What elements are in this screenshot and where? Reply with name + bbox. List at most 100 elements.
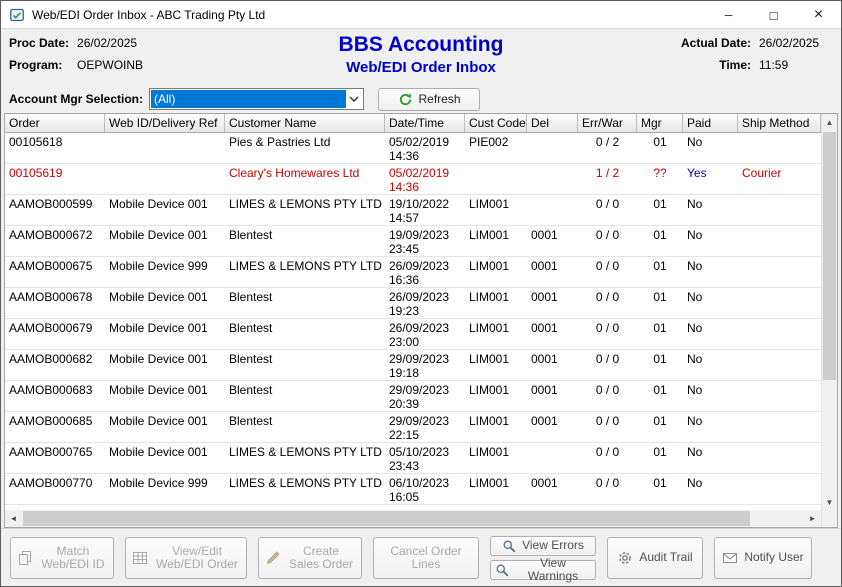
page-header: Proc Date: 26/02/2025 Program: OEPWOINB … (1, 29, 841, 85)
match-webedi-id-button[interactable]: Match Web/EDI ID (10, 537, 114, 579)
button-label: View Errors (522, 539, 584, 552)
table-row[interactable]: 00105619 Cleary's Homewares Ltd 05/02/20… (5, 164, 821, 195)
cell-cust-code: LIM001 (465, 474, 527, 504)
notify-user-button[interactable]: Notify User (714, 537, 812, 579)
view-errors-button[interactable]: View Errors (490, 536, 596, 556)
close-icon (814, 6, 823, 24)
horizontal-scroll-track[interactable] (22, 510, 804, 527)
account-mgr-label: Account Mgr Selection: (9, 92, 143, 106)
close-button[interactable] (796, 1, 841, 29)
vertical-scrollbar[interactable] (822, 114, 837, 510)
column-header-err-war[interactable]: Err/War (578, 114, 637, 132)
table-row[interactable]: AAMOB000678 Mobile Device 001 Blentest 2… (5, 288, 821, 319)
cell-err-war: 0 / 0 (578, 226, 637, 256)
column-header-mgr[interactable]: Mgr (637, 114, 683, 132)
cell-paid: No (683, 133, 738, 163)
view-warnings-button[interactable]: View Warnings (490, 560, 596, 580)
column-header-customer-name[interactable]: Customer Name (225, 114, 385, 132)
cell-del (527, 164, 578, 194)
column-header-ship-method[interactable]: Ship Method (738, 114, 821, 132)
table-row[interactable]: AAMOB000765 Mobile Device 001 LIMES & LE… (5, 443, 821, 474)
table-row[interactable]: AAMOB000679 Mobile Device 001 Blentest 2… (5, 319, 821, 350)
orders-table: Order Web ID/Delivery Ref Customer Name … (4, 113, 838, 528)
cell-order: AAMOB000765 (5, 443, 105, 473)
cell-date-time: 29/09/202320:39 (385, 381, 465, 411)
horizontal-scrollbar[interactable] (5, 510, 821, 527)
combo-selected-value: (All) (151, 90, 346, 108)
window-controls (706, 1, 841, 29)
cell-order: AAMOB000678 (5, 288, 105, 318)
account-mgr-select[interactable]: (All) (149, 88, 364, 110)
cell-cust-code: LIM001 (465, 319, 527, 349)
cancel-order-lines-button[interactable]: Cancel Order Lines (373, 537, 479, 579)
cell-paid: No (683, 381, 738, 411)
magnifier-icon (495, 563, 509, 577)
cell-del: 0001 (527, 350, 578, 380)
cell-date-time: 19/10/202214:57 (385, 195, 465, 225)
column-header-del[interactable]: Del (527, 114, 578, 132)
table-row[interactable]: 00105618 Pies & Pastries Ltd 05/02/20191… (5, 133, 821, 164)
pencil-icon (265, 550, 281, 566)
button-label: Audit Trail (639, 551, 692, 564)
cell-order: AAMOB000770 (5, 474, 105, 504)
cell-web-id: Mobile Device 001 (105, 195, 225, 225)
minimize-icon (725, 8, 733, 22)
cell-paid: No (683, 443, 738, 473)
scrollbar-corner (822, 510, 837, 527)
cell-order: AAMOB000683 (5, 381, 105, 411)
table-row[interactable]: AAMOB000675 Mobile Device 999 LIMES & LE… (5, 257, 821, 288)
cell-web-id: Mobile Device 001 (105, 443, 225, 473)
cell-cust-code: LIM001 (465, 350, 527, 380)
scroll-right-button[interactable] (804, 510, 821, 527)
cell-err-war: 0 / 2 (578, 133, 637, 163)
cell-date-time: 19/09/202323:45 (385, 226, 465, 256)
table-row[interactable]: AAMOB000599 Mobile Device 001 LIMES & LE… (5, 195, 821, 226)
table-row[interactable]: AAMOB000683 Mobile Device 001 Blentest 2… (5, 381, 821, 412)
horizontal-scrollbar-thumb[interactable] (23, 511, 750, 526)
cell-ship-method (738, 474, 821, 504)
cell-cust-code: LIM001 (465, 443, 527, 473)
chevron-down-icon[interactable] (346, 90, 362, 108)
titlebar: Web/EDI Order Inbox - ABC Trading Pty Lt… (1, 1, 841, 29)
cell-order: 00105619 (5, 164, 105, 194)
vertical-scrollbar-thumb[interactable] (823, 132, 836, 380)
app-window: Web/EDI Order Inbox - ABC Trading Pty Lt… (0, 0, 842, 587)
scroll-down-button[interactable] (822, 494, 837, 510)
cell-date-time: 26/09/202319:23 (385, 288, 465, 318)
table-row[interactable]: AAMOB000770 Mobile Device 999 LIMES & LE… (5, 474, 821, 505)
time-value: 11:59 (759, 58, 831, 72)
minimize-button[interactable] (706, 1, 751, 29)
cell-date-time: 29/09/202319:18 (385, 350, 465, 380)
column-header-paid[interactable]: Paid (683, 114, 738, 132)
cell-cust-code: LIM001 (465, 195, 527, 225)
cell-date-time: 26/09/202316:36 (385, 257, 465, 287)
vertical-scroll-track[interactable] (822, 130, 837, 494)
cell-err-war: 0 / 0 (578, 381, 637, 411)
filter-row: Account Mgr Selection: (All) Refresh (1, 85, 841, 113)
cell-mgr: 01 (637, 350, 683, 380)
cell-paid: No (683, 350, 738, 380)
table-row[interactable]: AAMOB000682 Mobile Device 001 Blentest 2… (5, 350, 821, 381)
column-header-date-time[interactable]: Date/Time (385, 114, 465, 132)
cell-date-time: 05/02/201914:36 (385, 133, 465, 163)
create-sales-order-button[interactable]: Create Sales Order (258, 537, 362, 579)
table-row[interactable]: AAMOB000672 Mobile Device 001 Blentest 1… (5, 226, 821, 257)
scroll-up-button[interactable] (822, 114, 837, 130)
orders-table-main: Order Web ID/Delivery Ref Customer Name … (5, 114, 821, 527)
cell-del: 0001 (527, 412, 578, 442)
column-header-order[interactable]: Order (5, 114, 105, 132)
column-header-cust-code[interactable]: Cust Code (465, 114, 527, 132)
cell-customer-name: Blentest (225, 381, 385, 411)
audit-trail-button[interactable]: Audit Trail (607, 537, 703, 579)
view-edit-webedi-order-button[interactable]: View/Edit Web/EDI Order (125, 537, 247, 579)
maximize-button[interactable] (751, 1, 796, 29)
cell-err-war: 0 / 0 (578, 288, 637, 318)
refresh-button[interactable]: Refresh (378, 88, 480, 111)
cell-customer-name: Blentest (225, 412, 385, 442)
column-header-web-id[interactable]: Web ID/Delivery Ref (105, 114, 225, 132)
cell-web-id: Mobile Device 001 (105, 226, 225, 256)
scroll-left-button[interactable] (5, 510, 22, 527)
cell-paid: No (683, 474, 738, 504)
gear-icon (617, 550, 633, 566)
table-row[interactable]: AAMOB000685 Mobile Device 001 Blentest 2… (5, 412, 821, 443)
